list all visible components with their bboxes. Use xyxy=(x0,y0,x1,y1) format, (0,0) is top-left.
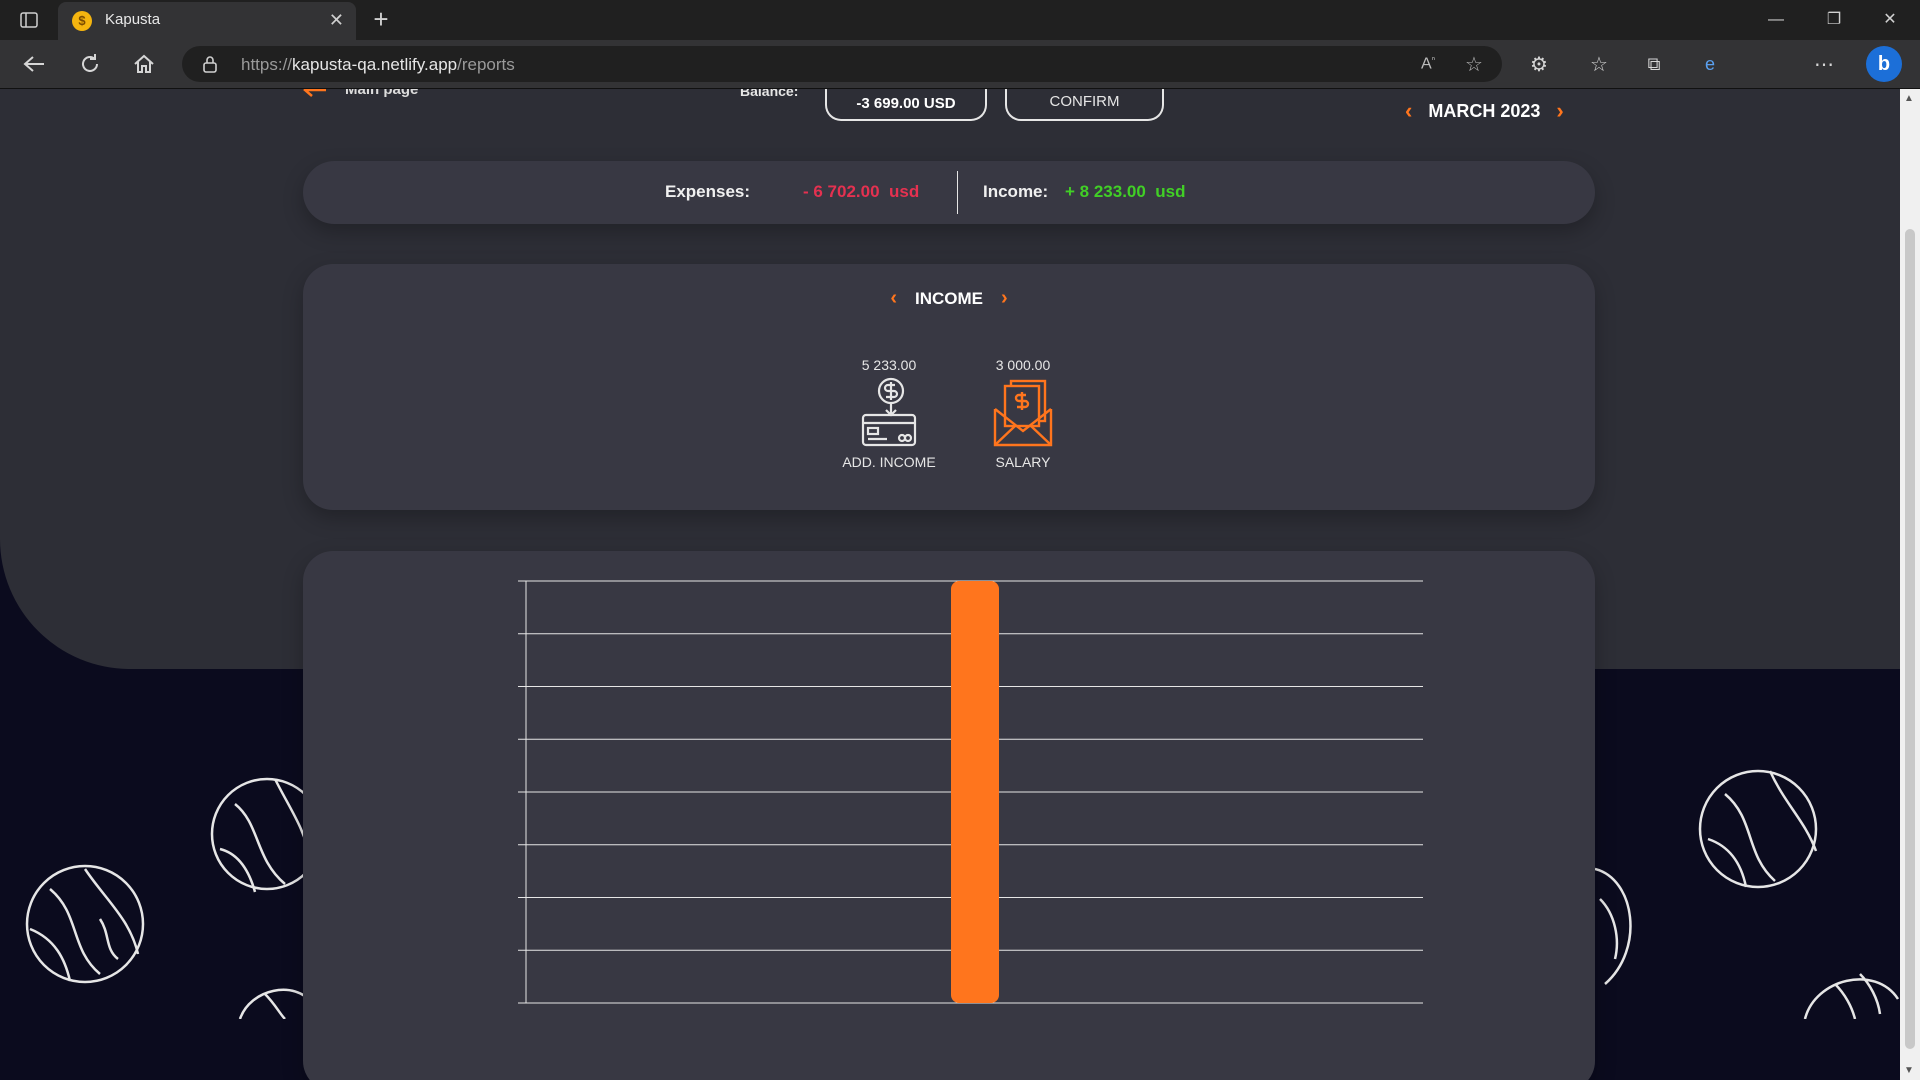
tab-close-icon[interactable]: ✕ xyxy=(329,10,344,31)
browser-tab-active[interactable]: $ Kapusta ✕ xyxy=(58,2,356,40)
lock-icon[interactable] xyxy=(202,55,218,78)
next-month-chevron-icon[interactable]: › xyxy=(1556,98,1563,124)
category-label: ADD. INCOME xyxy=(842,454,936,470)
back-to-main-link[interactable]: Main page xyxy=(303,89,418,98)
read-aloud-icon[interactable]: Aⁿ xyxy=(1414,50,1442,78)
balance-label: Balance: xyxy=(740,89,799,99)
add-favorite-icon[interactable]: ☆ xyxy=(1460,50,1488,78)
salary-icon xyxy=(993,379,1053,447)
income-label: Income: xyxy=(983,182,1049,201)
cabbage-decoration-icon xyxy=(1698,769,1818,889)
prev-report-chevron-icon[interactable]: ‹ xyxy=(890,287,897,309)
collections-icon[interactable]: ⧉ xyxy=(1640,50,1668,78)
kapusta-favicon-icon: $ xyxy=(72,11,92,31)
report-type-switch: ‹ INCOME › xyxy=(303,287,1595,310)
category-amount: 5 233.00 xyxy=(861,357,917,373)
new-tab-button[interactable]: + xyxy=(366,4,396,34)
cabbage-decoration-icon xyxy=(1803,973,1900,1019)
page-scrollbar[interactable]: ▲ ▼ xyxy=(1900,89,1920,1080)
url-host: kapusta-qa.netlify.app xyxy=(292,55,458,74)
expenses-value: - 6 702.00 usd xyxy=(803,182,920,201)
back-link-label: Main page xyxy=(345,89,419,98)
url-text[interactable]: https://kapusta-qa.netlify.app/reports xyxy=(241,55,515,75)
cabbage-decoration-icon xyxy=(210,777,315,893)
cabbage-decoration-icon xyxy=(1595,867,1632,985)
bing-copilot-button[interactable]: b xyxy=(1866,46,1902,82)
url-prefix: https:// xyxy=(241,55,293,74)
scrollbar-thumb[interactable] xyxy=(1905,229,1915,1049)
browser-toolbar: https://kapusta-qa.netlify.app/reports A… xyxy=(0,40,1920,118)
next-report-chevron-icon[interactable]: › xyxy=(1001,287,1008,309)
favorites-icon[interactable]: ☆ xyxy=(1585,50,1613,78)
back-icon[interactable] xyxy=(20,50,48,78)
report-type-title: INCOME xyxy=(915,289,983,308)
balance-value: -3 699.00 USD xyxy=(856,95,956,112)
balance-display: -3 699.00 USD xyxy=(825,89,987,121)
url-path: /reports xyxy=(457,55,515,74)
month-selector: ‹ MARCH 2023 › xyxy=(1405,98,1564,124)
close-window-button[interactable]: ✕ xyxy=(1870,6,1910,34)
current-month: MARCH 2023 xyxy=(1428,100,1541,121)
category-label: SALARY xyxy=(995,454,1051,470)
scroll-down-arrow-icon[interactable]: ▼ xyxy=(1904,1065,1914,1076)
category-item-salary[interactable]: 3 000.00 SALARY xyxy=(953,357,1093,470)
confirm-label: CONFIRM xyxy=(1049,93,1120,110)
tab-title: Kapusta xyxy=(105,11,161,28)
income-bar-chart xyxy=(518,580,1423,1004)
prev-month-chevron-icon[interactable]: ‹ xyxy=(1405,98,1412,124)
tab-actions-icon[interactable] xyxy=(14,8,44,32)
expenses-label: Expenses: xyxy=(665,182,751,201)
address-bar[interactable]: https://kapusta-qa.netlify.app/reports A… xyxy=(182,46,1502,82)
category-card: ‹ INCOME › 5 233.00 ADD. INCOME 3 000.00 xyxy=(303,264,1595,510)
confirm-button[interactable]: CONFIRM xyxy=(1005,89,1164,121)
browser-essentials-icon[interactable]: e xyxy=(1696,50,1724,78)
arrow-left-icon xyxy=(303,89,326,97)
chart-bar[interactable] xyxy=(951,581,999,1003)
extensions-icon[interactable]: ⚙ xyxy=(1525,50,1553,78)
home-icon[interactable] xyxy=(130,50,158,78)
restore-button[interactable]: ❐ xyxy=(1814,6,1854,34)
chart-card xyxy=(303,551,1595,1080)
income-value: + 8 233.00 usd xyxy=(1065,182,1186,201)
add-income-icon xyxy=(861,377,917,447)
category-item-add-income[interactable]: 5 233.00 ADD. INCOME xyxy=(819,357,959,470)
minimize-button[interactable]: — xyxy=(1756,6,1796,34)
totals-summary: Expenses: - 6 702.00 usd Income: + 8 233… xyxy=(303,161,1595,224)
cabbage-decoration-icon xyxy=(25,864,145,984)
category-amount: 3 000.00 xyxy=(995,357,1051,373)
summary-divider xyxy=(957,171,958,214)
browser-titlebar: $ Kapusta ✕ + — ❐ ✕ xyxy=(0,0,1920,40)
scroll-up-arrow-icon[interactable]: ▲ xyxy=(1904,93,1914,104)
refresh-icon[interactable] xyxy=(76,50,104,78)
page-viewport: Main page Balance: -3 699.00 USD CONFIRM… xyxy=(0,89,1900,1080)
more-options-icon[interactable]: ⋯ xyxy=(1810,50,1838,78)
